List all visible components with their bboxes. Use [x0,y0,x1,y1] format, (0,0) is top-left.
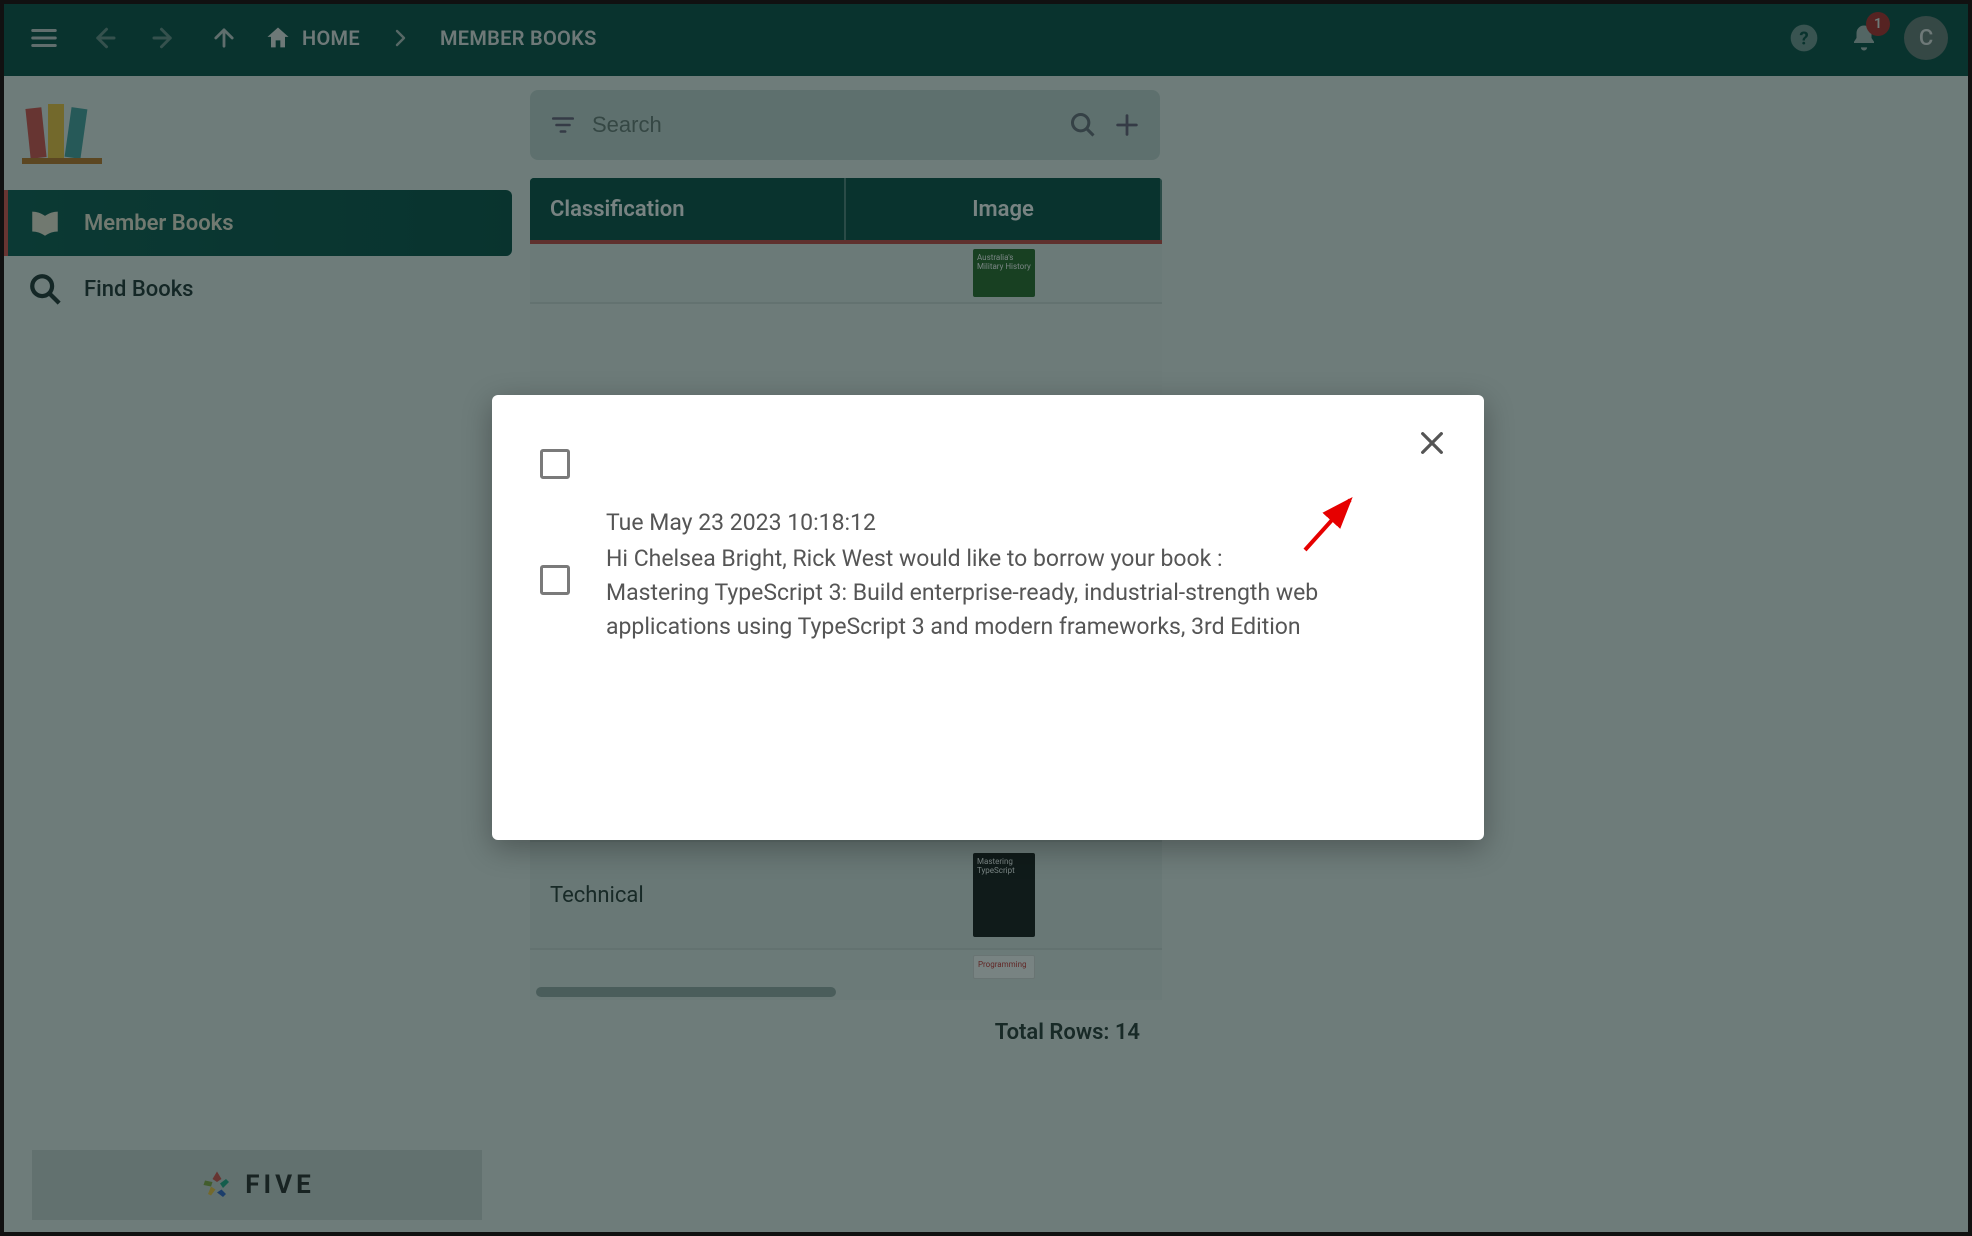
notification-item: Tue May 23 2023 10:18:12 Hi Chelsea Brig… [540,509,1436,644]
checkbox[interactable] [540,565,570,595]
notifications-dialog: Tue May 23 2023 10:18:12 Hi Chelsea Brig… [492,395,1484,840]
close-icon[interactable] [1416,427,1452,463]
notification-item [540,445,1436,479]
notification-timestamp: Tue May 23 2023 10:18:12 [606,509,1436,536]
checkbox[interactable] [540,449,570,479]
notification-message: Hi Chelsea Bright, Rick West would like … [606,542,1326,644]
